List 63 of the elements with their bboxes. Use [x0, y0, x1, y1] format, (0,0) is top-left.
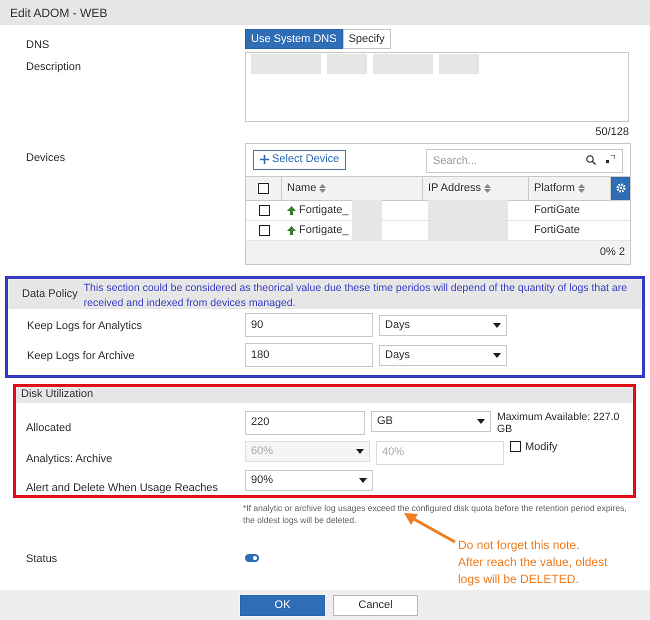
callout-line: After reach the value, oldest — [458, 554, 608, 571]
blurred-text — [251, 54, 321, 74]
blurred-text — [439, 54, 479, 74]
caret-icon — [493, 352, 501, 358]
field-label: Keep Logs for Archive — [27, 350, 135, 362]
character-counter: 50/128 — [595, 125, 629, 140]
dns-option[interactable]: Specify — [342, 29, 391, 49]
search-field[interactable]: Search... — [426, 148, 623, 172]
search-icon — [586, 154, 596, 164]
expand-icon — [606, 155, 615, 164]
settings-icon — [616, 183, 626, 193]
usage-dropdown[interactable]: 90% — [245, 470, 373, 490]
arrow-up-icon — [287, 206, 296, 214]
settings-button[interactable] — [611, 176, 630, 200]
arrow-up-icon — [287, 226, 296, 234]
caret-icon — [477, 418, 485, 424]
annotation-text: This section could be considered as theorical value due these time peridos will depend of the quantity of logs that are received and indexed from devices managed. — [84, 280, 628, 310]
section-title: Data Policy — [22, 286, 78, 302]
field-label: Keep Logs for Analytics — [27, 320, 142, 332]
unit-dropdown[interactable]: GB — [371, 410, 491, 432]
field-label: Devices — [26, 152, 66, 164]
window-title: Edit ADOM - WEB — [10, 4, 108, 22]
unit-dropdown[interactable]: Days — [379, 314, 507, 336]
callout-line: logs will be DELETED. — [458, 571, 580, 588]
modify-label: Modify — [525, 440, 558, 454]
checkbox[interactable] — [258, 204, 270, 216]
description-field[interactable] — [245, 52, 629, 122]
platform-cell-text: FortiGate — [534, 222, 580, 238]
callout-arrow — [402, 512, 457, 544]
number-field[interactable]: 220 — [245, 410, 365, 434]
quota-note: *If analytic or archive log usages exceed the configured disk quota before the retention period expires, the oldest logs will be deleted. — [243, 502, 628, 526]
blurred-text — [327, 54, 367, 74]
cancel-button[interactable]: Cancel — [333, 594, 418, 616]
number-field[interactable]: 90 — [245, 313, 373, 337]
field-label: Description — [26, 61, 82, 73]
platform-cell-text: FortiGate — [534, 202, 580, 218]
checkbox[interactable] — [258, 182, 269, 194]
checkbox[interactable] — [258, 224, 270, 236]
field-label: Analytics: Archive — [26, 452, 112, 464]
field-label: Status — [26, 552, 58, 564]
section-title: Disk Utilization — [21, 387, 94, 402]
callout-line: Do not forget this note. — [458, 537, 580, 554]
sort-icon — [578, 184, 585, 192]
field-label: Alert and Delete When Usage Reaches — [26, 482, 218, 494]
status-toggle[interactable] — [245, 554, 259, 562]
blurred-text — [373, 54, 433, 74]
plus-icon — [260, 155, 269, 164]
select-device-button[interactable]: Select Device — [253, 150, 346, 170]
ok-button[interactable]: OK — [240, 594, 325, 616]
max-available-text: Maximum Available: 227.0 GB — [497, 410, 620, 436]
unit-dropdown[interactable]: Days — [379, 344, 507, 366]
caret-icon — [359, 478, 367, 482]
table-footer: 0% 2 — [600, 244, 625, 260]
caret-icon — [356, 448, 364, 454]
device-name: Fortigate_ — [299, 202, 349, 218]
number-field[interactable]: 180 — [245, 343, 373, 367]
sort-icon — [484, 184, 491, 192]
device-name: Fortigate_ — [299, 222, 349, 238]
field-label: DNS — [26, 39, 50, 51]
caret-icon — [493, 322, 501, 328]
field-label: Allocated — [26, 422, 72, 434]
sort-icon — [319, 184, 326, 192]
dns-option[interactable]: Use System DNS — [245, 29, 343, 49]
